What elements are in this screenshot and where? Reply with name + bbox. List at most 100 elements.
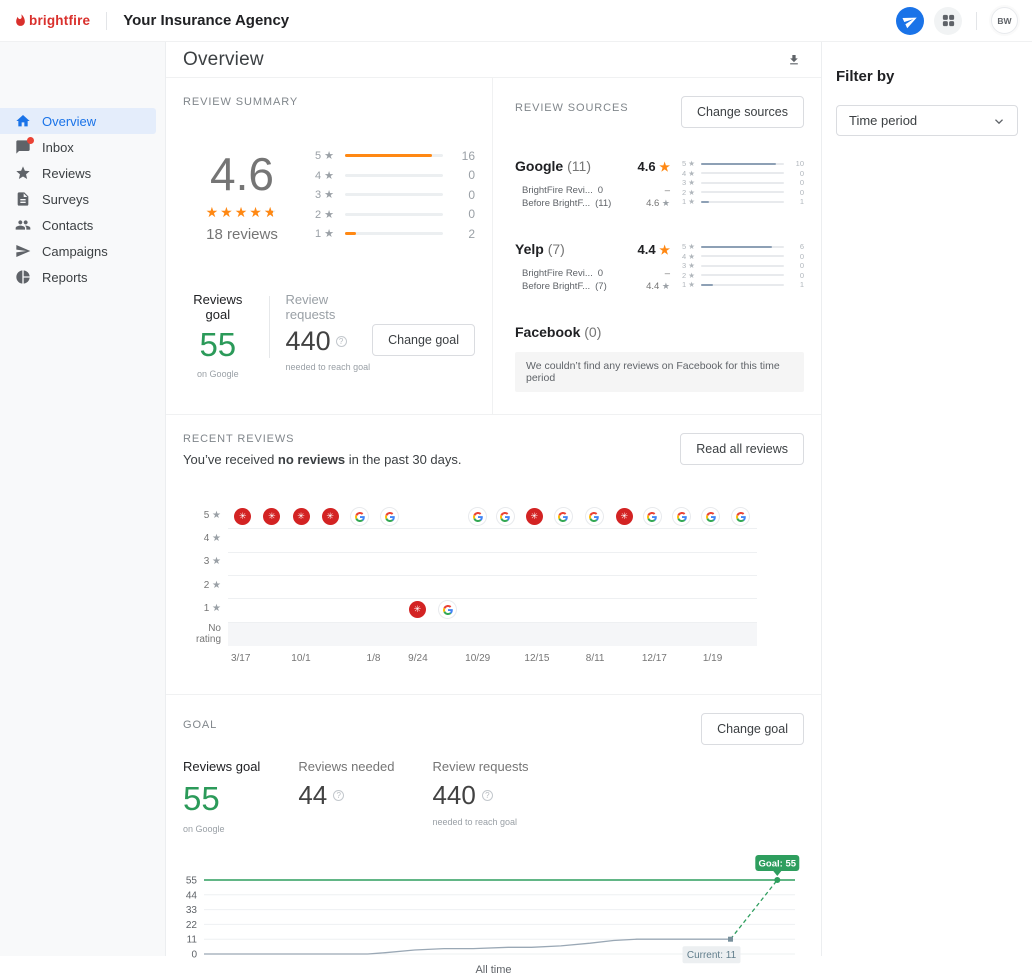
google-review-icon[interactable]: [644, 508, 661, 525]
sidebar-item-reports[interactable]: Reports: [0, 264, 156, 290]
send-campaign-button[interactable]: [896, 7, 924, 35]
y-tick-label: 33: [186, 905, 198, 916]
star-icon: ★: [662, 198, 670, 208]
apps-button[interactable]: [934, 7, 962, 35]
goal-change-goal-button[interactable]: Change goal: [701, 713, 804, 745]
goal-stat-value: 440?: [432, 780, 528, 811]
review-summary-card: REVIEW SUMMARY 4.6 ★★★★★★ 18 reviews 5 ★…: [166, 78, 493, 414]
rating-bar-track: [345, 232, 443, 235]
recent-reviews-summary: You’ve received no reviews in the past 3…: [183, 452, 461, 467]
google-review-icon[interactable]: [555, 508, 572, 525]
mini-bar-value: 0: [790, 271, 804, 280]
mini-bar-label: 2 ★: [682, 188, 699, 197]
rr-gridline: [228, 575, 757, 576]
sidebar: Overview InboxReviewsSurveysContactsCampa…: [0, 42, 165, 956]
google-review-icon[interactable]: [673, 508, 690, 525]
goal-stat-number: 44: [298, 780, 327, 811]
mini-bar-value: 0: [790, 178, 804, 187]
time-period-dropdown[interactable]: Time period: [836, 105, 1018, 136]
sidebar-item-label: Overview: [42, 114, 96, 129]
source-count: (0): [584, 324, 601, 340]
google-review-icon[interactable]: [702, 508, 719, 525]
google-review-icon[interactable]: [586, 508, 603, 525]
mini-bar-track: [701, 246, 784, 248]
sidebar-item-campaigns[interactable]: Campaigns: [0, 238, 156, 264]
rating-bar-label: 1 ★: [315, 227, 341, 240]
change-sources-button[interactable]: Change sources: [681, 96, 804, 128]
google-review-icon[interactable]: [469, 508, 486, 525]
source-name-row: Facebook (0): [515, 324, 804, 340]
mini-bar-value: 0: [790, 188, 804, 197]
x-axis-label: All time: [475, 964, 511, 976]
rating-bar-label: 3 ★: [315, 188, 341, 201]
sidebar-item-contacts[interactable]: Contacts: [0, 212, 156, 238]
rating-bar-track: [345, 154, 443, 157]
yelp-review-icon[interactable]: ✳: [409, 601, 426, 618]
star-icon: ★: [249, 204, 264, 220]
rating-bar-value: 0: [453, 207, 475, 221]
y-tick-label: 22: [186, 920, 198, 931]
rating-bar-fill: [345, 154, 432, 157]
mini-bar-fill: [701, 284, 713, 286]
google-review-icon[interactable]: [439, 601, 456, 618]
yelp-review-icon[interactable]: ✳: [293, 508, 310, 525]
subrow-label: BrightFire Revi...: [522, 268, 593, 279]
mini-bar-track: [701, 284, 784, 286]
mini-bar-track: [701, 274, 784, 276]
rating-bar-value: 0: [453, 168, 475, 182]
sidebar-item-inbox[interactable]: Inbox: [0, 134, 156, 160]
mini-bar-row: 3 ★0: [682, 261, 804, 271]
mini-bar-track: [701, 265, 784, 267]
download-report-button[interactable]: [784, 50, 804, 70]
mini-bar-label: 4 ★: [682, 169, 699, 178]
star-icon: ★: [659, 243, 670, 257]
google-review-icon[interactable]: [381, 508, 398, 525]
yelp-review-icon[interactable]: ✳: [263, 508, 280, 525]
subrow-count: (7): [595, 281, 607, 292]
flame-icon: [14, 14, 27, 27]
goal-divider: [269, 296, 270, 358]
recent-reviews-chart: 5 ★4 ★3 ★2 ★1 ★No rating✳✳✳✳✳✳✳3/1710/11…: [183, 505, 804, 670]
reviews-goal-stat: Reviews goal 55 on Google: [183, 292, 253, 379]
yelp-review-icon[interactable]: ✳: [322, 508, 339, 525]
brightfire-logo[interactable]: brightfire: [14, 13, 90, 28]
source-mini-chart: 5 ★104 ★03 ★02 ★01 ★1: [682, 159, 804, 207]
avatar[interactable]: BW: [991, 7, 1018, 34]
mini-bar-label: 5 ★: [682, 159, 699, 168]
rating-bar-fill: [345, 232, 356, 235]
help-icon[interactable]: ?: [336, 336, 347, 347]
help-icon[interactable]: ?: [482, 790, 493, 801]
mini-bar-row: 5 ★10: [682, 159, 804, 169]
yelp-review-icon[interactable]: ✳: [616, 508, 633, 525]
help-icon[interactable]: ?: [333, 790, 344, 801]
goal-stat-number: 440: [432, 780, 475, 811]
google-review-icon[interactable]: [497, 508, 514, 525]
topbar-divider: [106, 12, 107, 30]
read-all-reviews-button[interactable]: Read all reviews: [680, 433, 804, 465]
sidebar-item-surveys[interactable]: Surveys: [0, 186, 156, 212]
rating-stars: ★★★★★★: [183, 204, 301, 221]
google-review-icon[interactable]: [351, 508, 368, 525]
subrow-count: (11): [595, 198, 611, 209]
rr-x-tick: 9/24: [408, 653, 427, 664]
goal-stat-number: 55: [183, 780, 220, 818]
sidebar-item-overview[interactable]: Overview: [0, 108, 156, 134]
sidebar-item-reviews[interactable]: Reviews: [0, 160, 156, 186]
subrow-rating: –: [665, 268, 670, 279]
logo-text: brightfire: [29, 13, 90, 28]
source-rating: 4.4 ★: [638, 242, 670, 257]
y-tick-label: 44: [186, 890, 198, 901]
review-requests-sublabel: needed to reach goal: [286, 362, 373, 372]
google-review-icon[interactable]: [732, 508, 749, 525]
change-goal-button[interactable]: Change goal: [372, 324, 475, 356]
chat-icon: [15, 139, 31, 155]
rr-row-label: 5 ★: [183, 510, 221, 521]
source-subrows: BrightFire Revi...0–Before BrightF...(7)…: [515, 268, 670, 294]
topbar: brightfire Your Insurance Agency BW: [0, 0, 1032, 42]
yelp-review-icon[interactable]: ✳: [234, 508, 251, 525]
star-icon: ★: [212, 556, 221, 567]
recent-reviews-section: RECENT REVIEWS You’ve received no review…: [166, 415, 821, 695]
yelp-review-icon[interactable]: ✳: [526, 508, 543, 525]
rr-gridline: [228, 598, 757, 599]
goal-stat-value: 55: [183, 780, 260, 818]
